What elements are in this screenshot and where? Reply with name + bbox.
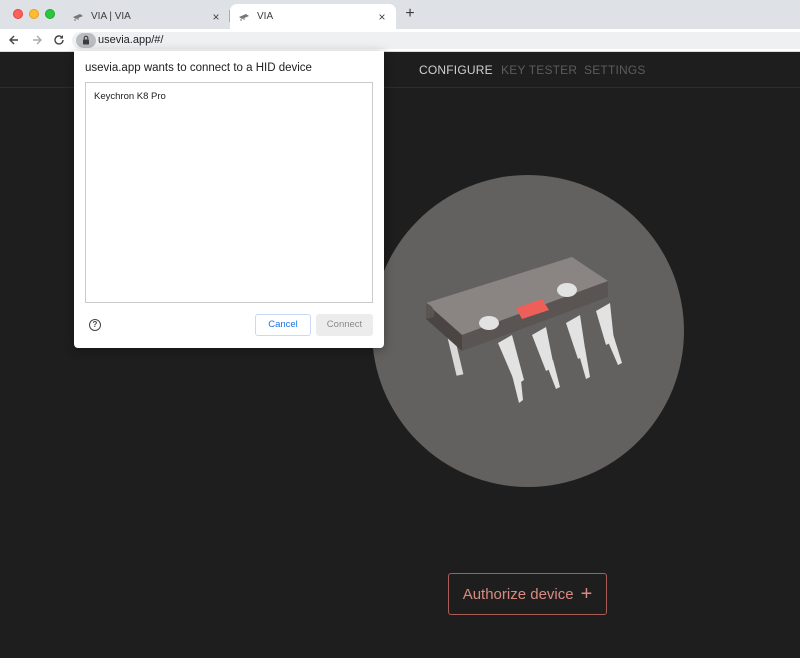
browser-tab-via-via[interactable]: VIA | VIA × [64,4,230,29]
device-item-keychron-k8-pro[interactable]: Keychron K8 Pro [94,91,166,102]
authorize-device-label: Authorize device [462,585,574,603]
chip-illustration [372,175,684,487]
browser-tab-bar: VIA | VIA × VIA × + [0,0,800,29]
connect-button[interactable]: Connect [316,314,373,336]
lock-icon[interactable] [76,33,96,48]
window-maximize-button[interactable] [45,9,55,19]
window-close-button[interactable] [13,9,23,19]
window-minimize-button[interactable] [29,9,39,19]
reload-icon[interactable] [51,31,67,49]
nav-key-tester[interactable]: KEY TESTER [501,63,577,77]
nav-settings[interactable]: SETTINGS [584,63,646,77]
help-icon[interactable]: ? [89,319,101,331]
tab-close-icon[interactable]: × [208,10,224,24]
arrow-forward-icon[interactable] [29,31,45,49]
url-text[interactable]: usevia.app/#/ [98,32,163,48]
hid-permission-dialog: usevia.app wants to connect to a HID dev… [74,51,384,348]
arrow-back-icon[interactable] [6,31,22,49]
authorize-device-button[interactable]: Authorize device + [448,573,607,615]
via-chip-icon [238,13,250,21]
address-bar[interactable] [72,32,800,49]
dialog-title: usevia.app wants to connect to a HID dev… [85,62,312,74]
via-chip-icon [72,13,84,21]
browser-tab-via[interactable]: VIA × [230,4,396,29]
device-list[interactable]: Keychron K8 Pro [85,82,373,303]
tab-close-icon[interactable]: × [374,10,390,24]
tab-title: VIA | VIA [91,11,131,22]
nav-configure[interactable]: CONFIGURE [419,63,493,77]
new-tab-button[interactable]: + [401,5,419,23]
plus-icon: + [580,583,593,605]
cancel-button[interactable]: Cancel [255,314,311,336]
tab-title: VIA [257,11,274,22]
